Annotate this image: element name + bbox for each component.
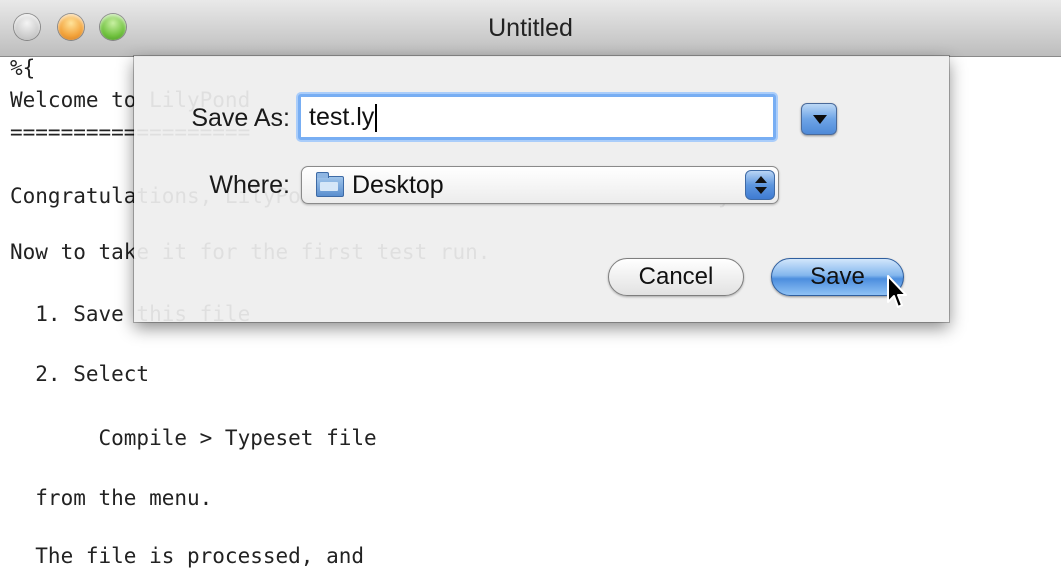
expand-dialog-button[interactable] [801, 103, 837, 135]
document-line: %{ [10, 56, 36, 80]
where-location-value: Desktop [352, 171, 444, 199]
save-dialog-sheet: Save As: test.ly Where: Desktop Cancel S… [134, 56, 949, 322]
document-line: 2. Select [10, 362, 150, 386]
save-button[interactable]: Save [771, 258, 904, 296]
document-line: The file is processed, and [10, 544, 365, 568]
document-line: from the menu. [10, 486, 213, 510]
disclosure-triangle-icon [813, 115, 827, 124]
popup-stepper-icon [745, 170, 775, 200]
where-location-popup[interactable]: Desktop [301, 166, 779, 204]
save-as-label: Save As: [191, 104, 290, 132]
save-as-input[interactable]: test.ly [298, 94, 776, 140]
folder-icon [316, 172, 344, 197]
document-line: Compile > Typeset file [10, 426, 377, 450]
save-as-input-value: test.ly [309, 103, 375, 131]
where-label: Where: [209, 171, 290, 199]
cancel-button[interactable]: Cancel [608, 258, 744, 296]
text-caret [375, 104, 378, 133]
window-title-bar: Untitled [0, 0, 1061, 57]
mouse-pointer-icon [887, 275, 907, 308]
window-title: Untitled [488, 14, 573, 42]
